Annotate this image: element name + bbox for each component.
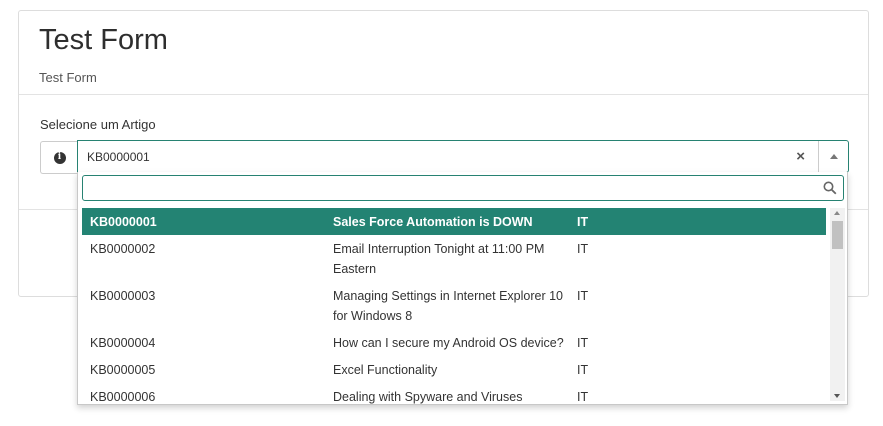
option-number: KB0000002 <box>90 242 156 256</box>
option-category: IT <box>577 242 589 256</box>
chevron-up-icon <box>829 154 838 159</box>
option-category: IT <box>577 336 589 350</box>
option-row[interactable]: KB0000006 Dealing with Spyware and Viruse… <box>82 383 826 404</box>
option-number: KB0000001 <box>90 215 157 229</box>
option-title: How can I secure my Android OS device? <box>333 336 564 350</box>
scroll-up-icon[interactable] <box>834 211 840 215</box>
info-addon-button[interactable]: i <box>40 141 78 174</box>
selected-value: KB0000001 <box>87 150 150 164</box>
option-row[interactable]: KB0000004 How can I secure my Android OS … <box>82 329 826 356</box>
page-subtitle: Test Form <box>39 70 97 85</box>
option-title: Dealing with Spyware and Viruses <box>333 390 523 404</box>
field-label: Selecione um Artigo <box>40 117 156 132</box>
option-number: KB0000003 <box>90 289 156 303</box>
scroll-down-icon[interactable] <box>834 394 840 398</box>
clear-icon[interactable]: × <box>796 148 805 166</box>
page-title: Test Form <box>39 24 168 56</box>
option-row[interactable]: KB0000003 Managing Settings in Internet E… <box>82 282 826 329</box>
option-category: IT <box>577 215 589 229</box>
option-category: IT <box>577 363 589 377</box>
form-body: Selecione um Artigo <box>19 95 868 132</box>
option-number: KB0000006 <box>90 390 156 404</box>
option-row[interactable]: KB0000002 Email Interruption Tonight at 1… <box>82 235 826 282</box>
article-select[interactable]: KB0000001 × <box>77 140 849 173</box>
option-row[interactable]: KB0000005 Excel Functionality IT <box>82 356 826 383</box>
scrollbar[interactable] <box>830 208 845 401</box>
dropdown-panel: KB0000001 Sales Force Automation is DOWN I… <box>77 172 848 405</box>
dropdown-search-input[interactable] <box>82 175 844 201</box>
options-list: KB0000001 Sales Force Automation is DOWN I… <box>82 208 826 404</box>
form-header: Test Form Test Form <box>19 11 868 95</box>
option-category: IT <box>577 289 589 303</box>
dropdown-toggle[interactable] <box>818 141 848 172</box>
option-title: Excel Functionality <box>333 363 438 377</box>
scroll-thumb[interactable] <box>832 221 843 249</box>
option-category: IT <box>577 390 589 404</box>
option-title: Managing Settings in Internet Explorer 1… <box>333 289 563 323</box>
option-title: Email Interruption Tonight at 11:00 PM E… <box>333 242 545 276</box>
option-number: KB0000004 <box>90 336 156 350</box>
option-title: Sales Force Automation is DOWN <box>333 215 533 229</box>
option-number: KB0000005 <box>90 363 156 377</box>
info-circle-icon: i <box>53 151 66 164</box>
search-icon <box>823 181 837 195</box>
option-row[interactable]: KB0000001 Sales Force Automation is DOWN I… <box>82 208 826 235</box>
